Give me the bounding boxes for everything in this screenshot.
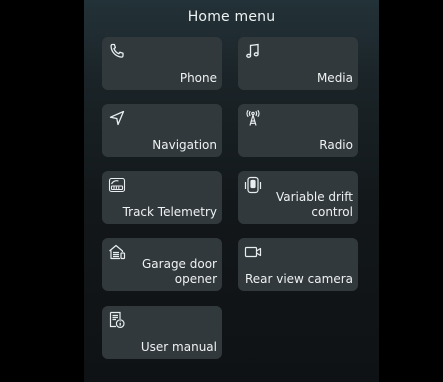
track-telemetry-label: Track Telemetry <box>122 205 217 219</box>
phone-label: Phone <box>179 71 217 85</box>
navigation-button[interactable]: Navigation <box>102 104 222 157</box>
track-telemetry-button[interactable]: Track Telemetry <box>102 171 222 224</box>
telemetry-gauge-icon <box>108 176 126 194</box>
variable-drift-control-button[interactable]: Variable drift control <box>238 171 358 224</box>
rear-view-camera-button[interactable]: Rear view camera <box>238 238 358 291</box>
rear-view-camera-label: Rear view camera <box>244 272 353 286</box>
phone-button[interactable]: Phone <box>102 37 222 90</box>
music-note-icon <box>244 42 262 60</box>
garage-door-opener-button[interactable]: Garage door opener <box>102 238 222 291</box>
home-menu-screen: Home menu Phone Media Navigation Radio T… <box>84 0 379 382</box>
navigation-label: Navigation <box>152 138 217 152</box>
radio-button[interactable]: Radio <box>238 104 358 157</box>
manual-book-icon <box>108 311 126 329</box>
drift-control-icon <box>244 176 262 194</box>
garage-door-icon <box>108 243 126 261</box>
radio-label: Radio <box>319 138 353 152</box>
media-button[interactable]: Media <box>238 37 358 90</box>
media-label: Media <box>316 71 353 85</box>
user-manual-label: User manual <box>140 340 217 354</box>
radio-tower-icon <box>244 109 262 127</box>
page-title: Home menu <box>187 9 276 25</box>
garage-door-opener-label: Garage door opener <box>142 257 217 286</box>
phone-icon <box>108 42 126 60</box>
camera-icon <box>244 243 262 261</box>
navigation-arrow-icon <box>108 109 126 127</box>
variable-drift-control-label: Variable drift control <box>275 190 353 219</box>
user-manual-button[interactable]: User manual <box>102 306 222 359</box>
